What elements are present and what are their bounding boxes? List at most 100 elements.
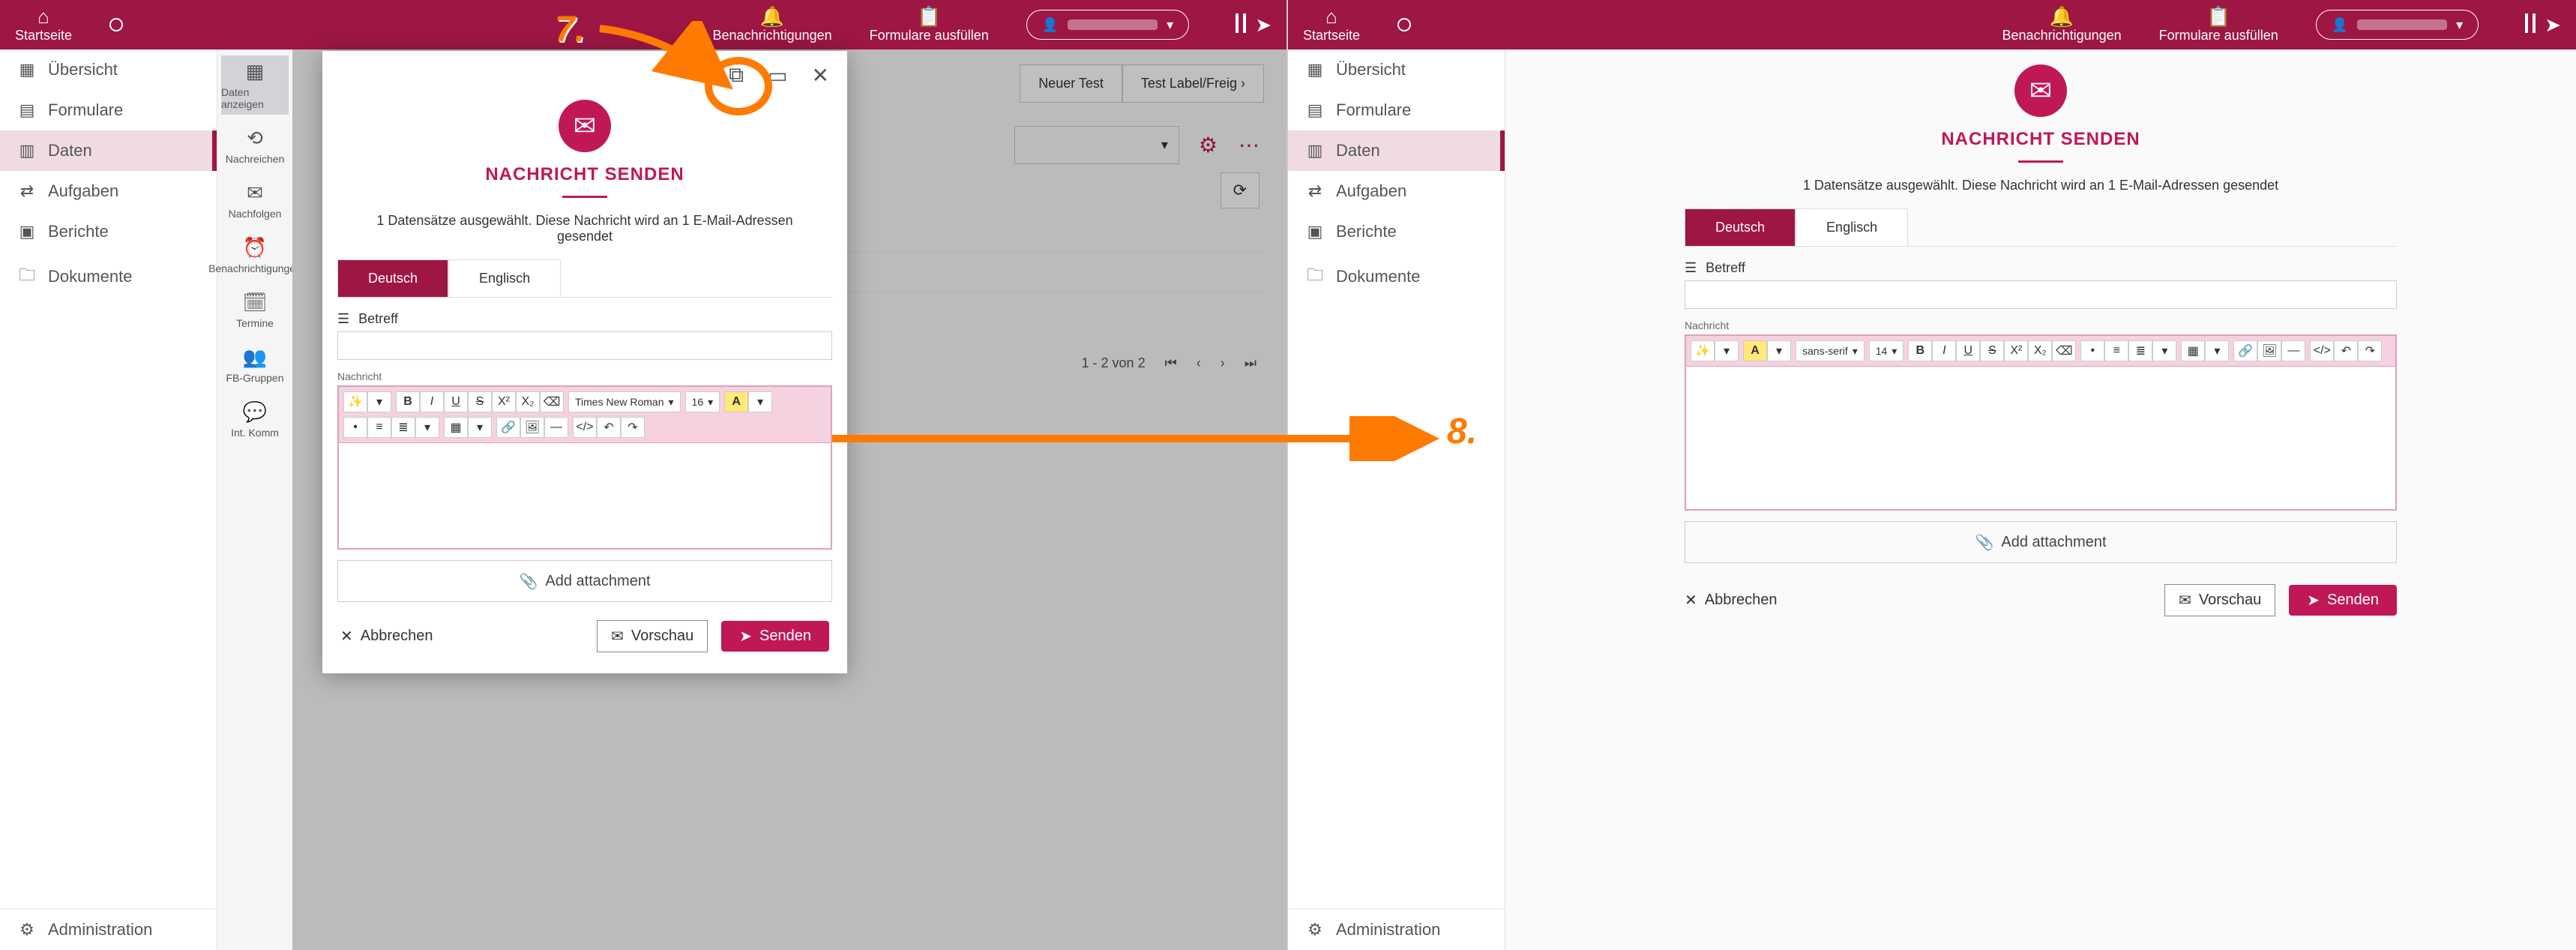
dropdown-icon[interactable]: ▾: [1767, 340, 1791, 361]
subscript-icon[interactable]: X₂: [2028, 340, 2052, 361]
editor-textarea[interactable]: [339, 443, 831, 548]
size-select[interactable]: 14▾: [1869, 340, 1904, 361]
sidebar-item-reports[interactable]: ▣Berichte: [1288, 211, 1505, 252]
preview-button[interactable]: ✉Vorschau: [2164, 584, 2275, 616]
magic-icon[interactable]: ✨: [343, 391, 367, 412]
align-icon[interactable]: ≣: [391, 417, 415, 438]
editor-textarea[interactable]: [1686, 367, 2395, 509]
underline-icon[interactable]: U: [1956, 340, 1980, 361]
text-color-icon[interactable]: A: [724, 391, 748, 412]
link-icon[interactable]: 🔗: [496, 417, 520, 438]
nav-notifications[interactable]: 🔔Benachrichtigungen: [2002, 7, 2122, 43]
dropdown-icon[interactable]: ▾: [415, 417, 439, 438]
nav-home[interactable]: ⌂ Startseite: [15, 7, 72, 43]
tab-de[interactable]: Deutsch: [337, 259, 448, 297]
superscript-icon[interactable]: X²: [2004, 340, 2028, 361]
sub-item-follow[interactable]: ✉Nachfolgen: [221, 177, 289, 224]
sidebar-item-tasks[interactable]: ⇄Aufgaben: [1288, 171, 1505, 211]
redo-icon[interactable]: ↷: [2358, 340, 2382, 361]
sidebar-item-reports[interactable]: ▣Berichte: [0, 211, 217, 252]
image-icon[interactable]: 🖼: [520, 417, 544, 438]
table-icon[interactable]: ▦: [2181, 340, 2205, 361]
menu-icon[interactable]: ➤: [2525, 13, 2561, 37]
sidebar-item-forms[interactable]: ▤Formulare: [0, 90, 217, 130]
dropdown-icon[interactable]: ▾: [2152, 340, 2176, 361]
tab-en[interactable]: Englisch: [1796, 208, 1908, 246]
code-icon[interactable]: </>: [2310, 340, 2334, 361]
clear-format-icon[interactable]: ⌫: [2052, 340, 2076, 361]
user-menu[interactable]: 👤▾: [2316, 10, 2479, 40]
sidebar-item-admin[interactable]: ⚙Administration: [1288, 909, 1505, 950]
font-select[interactable]: Times New Roman▾: [568, 391, 681, 412]
bold-icon[interactable]: B: [1908, 340, 1932, 361]
sidebar-item-documents[interactable]: 🗀Dokumente: [0, 252, 217, 301]
sidebar-item-tasks[interactable]: ⇄Aufgaben: [0, 171, 217, 211]
sub-item-view[interactable]: ▦Daten anzeigen: [221, 55, 289, 115]
dropdown-icon[interactable]: ▾: [468, 417, 492, 438]
size-select[interactable]: 16▾: [685, 391, 720, 412]
title-underline: [562, 196, 607, 198]
sub-item-retry[interactable]: ⟲Nachreichen: [221, 122, 289, 169]
list-ol-icon[interactable]: ≡: [367, 417, 391, 438]
tab-de[interactable]: Deutsch: [1685, 208, 1796, 246]
cancel-button[interactable]: ✕Abbrechen: [1685, 591, 1778, 610]
undo-icon[interactable]: ↶: [2334, 340, 2358, 361]
preview-button[interactable]: ✉Vorschau: [597, 620, 708, 652]
underline-icon[interactable]: U: [444, 391, 468, 412]
sub-item-alerts[interactable]: ⏰Benachrichtigungen: [221, 232, 289, 279]
nav-forms[interactable]: 📋 Formulare ausfüllen: [870, 7, 989, 43]
send-button[interactable]: ➤Senden: [721, 621, 829, 652]
sidebar-item-admin[interactable]: ⚙Administration: [0, 909, 217, 950]
redo-icon[interactable]: ↷: [621, 417, 645, 438]
nav-home[interactable]: ⌂ Startseite: [1303, 7, 1360, 43]
sidebar-item-documents[interactable]: 🗀Dokumente: [1288, 252, 1505, 301]
image-icon[interactable]: 🖼: [2257, 340, 2281, 361]
subject-input[interactable]: [1685, 280, 2397, 309]
sidebar-item-data[interactable]: ▥Daten: [1288, 130, 1505, 171]
font-select[interactable]: sans-serif▾: [1796, 340, 1865, 361]
add-attachment-button[interactable]: 📎 Add attachment: [337, 560, 832, 602]
italic-icon[interactable]: I: [1932, 340, 1956, 361]
line-icon[interactable]: —: [2281, 340, 2305, 361]
nav-forms[interactable]: 📋Formulare ausfüllen: [2159, 7, 2278, 43]
sidebar-item-overview[interactable]: ▦Übersicht: [1288, 49, 1505, 90]
clear-format-icon[interactable]: ⌫: [540, 391, 564, 412]
table-icon[interactable]: ▦: [444, 417, 468, 438]
add-attachment-button[interactable]: 📎 Add attachment: [1685, 521, 2397, 563]
list-ol-icon[interactable]: ≡: [2104, 340, 2128, 361]
sub-item-groups[interactable]: 👥FB-Gruppen: [221, 341, 289, 388]
user-menu[interactable]: 👤 ▾: [1026, 10, 1189, 40]
send-button[interactable]: ➤Senden: [2289, 585, 2397, 616]
strike-icon[interactable]: S: [468, 391, 492, 412]
list-ul-icon[interactable]: •: [343, 417, 367, 438]
tab-en[interactable]: Englisch: [448, 259, 561, 297]
line-icon[interactable]: —: [544, 417, 568, 438]
sidebar-item-overview[interactable]: ▦Übersicht: [0, 49, 217, 90]
dropdown-icon[interactable]: ▾: [748, 391, 772, 412]
link-icon[interactable]: 🔗: [2233, 340, 2257, 361]
mail-circle-icon: ✉: [2014, 64, 2067, 117]
code-icon[interactable]: </>: [573, 417, 597, 438]
align-icon[interactable]: ≣: [2128, 340, 2152, 361]
sidebar-item-forms[interactable]: ▤Formulare: [1288, 90, 1505, 130]
bold-icon[interactable]: B: [396, 391, 420, 412]
sub-item-calendar[interactable]: 🗓Termine: [221, 286, 289, 334]
superscript-icon[interactable]: X²: [492, 391, 516, 412]
italic-icon[interactable]: I: [420, 391, 444, 412]
menu-icon[interactable]: ➤: [1236, 13, 1272, 37]
text-color-icon[interactable]: A: [1743, 340, 1767, 361]
sidebar-item-data[interactable]: ▥Daten: [0, 130, 217, 171]
bell-icon: 🔔: [760, 7, 784, 26]
sub-item-intkomm[interactable]: 💬Int. Komm: [221, 396, 289, 443]
close-icon[interactable]: ✕: [812, 63, 829, 88]
dropdown-icon[interactable]: ▾: [1715, 340, 1739, 361]
list-ul-icon[interactable]: •: [2080, 340, 2104, 361]
dropdown-icon[interactable]: ▾: [367, 391, 391, 412]
dropdown-icon[interactable]: ▾: [2205, 340, 2229, 361]
subscript-icon[interactable]: X₂: [516, 391, 540, 412]
undo-icon[interactable]: ↶: [597, 417, 621, 438]
subject-input[interactable]: [337, 331, 832, 360]
strike-icon[interactable]: S: [1980, 340, 2004, 361]
magic-icon[interactable]: ✨: [1691, 340, 1715, 361]
cancel-button[interactable]: ✕Abbrechen: [340, 627, 433, 646]
